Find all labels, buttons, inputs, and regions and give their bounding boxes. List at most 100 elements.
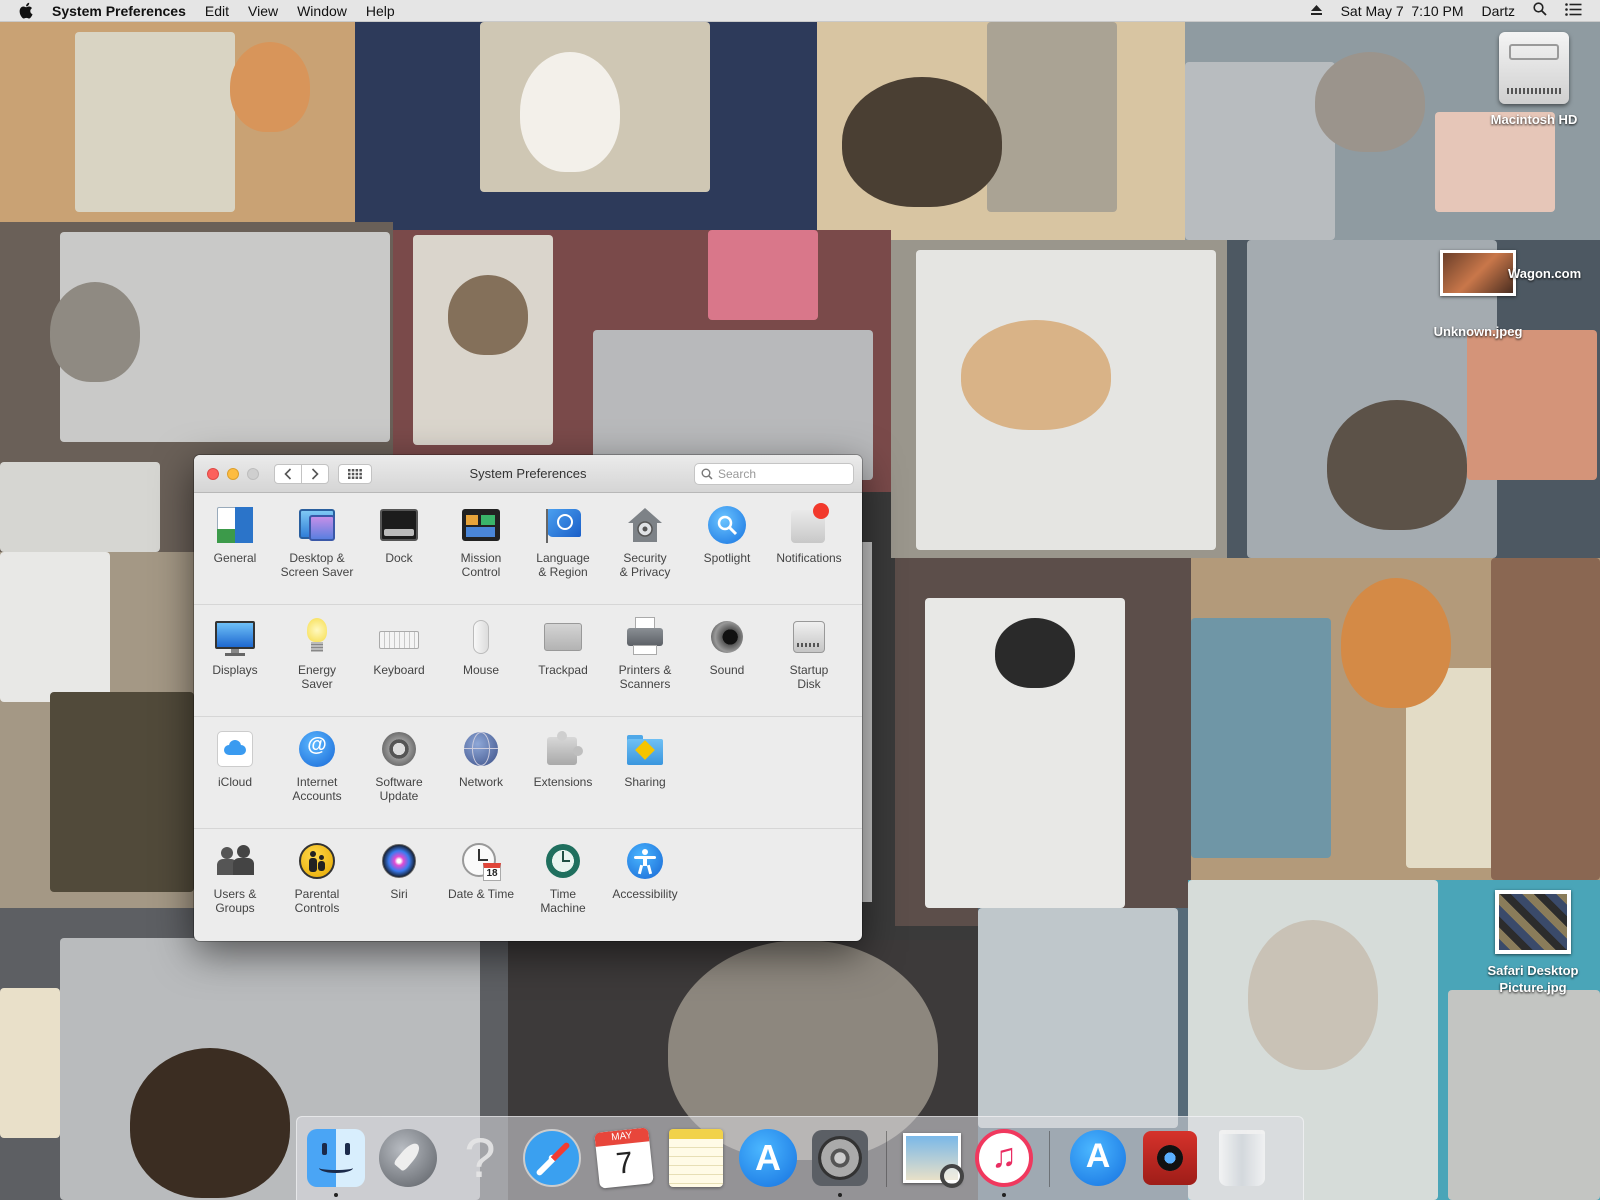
pane-sound[interactable]: Sound: [686, 617, 768, 677]
pane-extensions[interactable]: Extensions: [522, 729, 604, 789]
pane-security-privacy[interactable]: Security & Privacy: [604, 505, 686, 579]
desktop-icon-unknown-jpeg[interactable]: Unknown.jpeg: [1418, 324, 1538, 339]
pane-language-region[interactable]: Language & Region: [522, 505, 604, 579]
pane-internet-accounts[interactable]: @ Internet Accounts: [276, 729, 358, 803]
wallpaper-photo: [0, 22, 355, 222]
pane-siri[interactable]: Siri: [358, 841, 440, 901]
desktop-icon-wagon[interactable]: Wagon.com: [1440, 250, 1600, 296]
dock-launchpad[interactable]: [377, 1127, 439, 1189]
startup-disk-icon: [789, 617, 829, 657]
rocket-icon: [379, 1129, 437, 1187]
search-icon: [701, 468, 713, 480]
pane-printers-scanners[interactable]: Printers & Scanners: [604, 617, 686, 691]
dock-system-preferences[interactable]: [809, 1127, 871, 1197]
search-input[interactable]: [718, 467, 848, 481]
pane-accessibility[interactable]: Accessibility: [604, 841, 686, 901]
house-lock-icon: [625, 505, 665, 545]
pane-energy-saver[interactable]: Energy Saver: [276, 617, 358, 691]
pane-icloud[interactable]: iCloud: [194, 729, 276, 789]
dock-notes[interactable]: [665, 1127, 727, 1189]
lightbulb-icon: [297, 617, 337, 657]
trackpad-icon: [543, 617, 583, 657]
app-store-icon: A: [1070, 1130, 1126, 1186]
flag-globe-icon: [543, 505, 583, 545]
dock-preview[interactable]: [901, 1127, 964, 1189]
notification-center-icon[interactable]: [1565, 2, 1582, 19]
menu-window[interactable]: Window: [297, 3, 347, 19]
pane-spotlight[interactable]: Spotlight: [686, 505, 768, 565]
dock-trash[interactable]: [1211, 1127, 1273, 1189]
notifications-icon: [789, 503, 829, 545]
show-all-button[interactable]: [338, 464, 372, 484]
minimize-window-button[interactable]: [227, 468, 239, 480]
menubar-user[interactable]: Dartz: [1482, 3, 1515, 19]
parental-controls-icon: [297, 841, 337, 881]
at-sign-icon: @: [297, 729, 337, 769]
pane-desktop-screen-saver[interactable]: Desktop & Screen Saver: [276, 505, 358, 579]
pane-keyboard[interactable]: Keyboard: [358, 617, 440, 677]
apple-menu-icon[interactable]: [18, 0, 36, 22]
desktop-icon-macintosh-hd[interactable]: Macintosh HD: [1480, 32, 1588, 127]
menu-app-name[interactable]: System Preferences: [52, 3, 186, 19]
desktop-icon-label: Macintosh HD: [1490, 112, 1578, 127]
spotlight-icon: [707, 505, 747, 545]
wallpaper-photo: [817, 22, 1185, 240]
dock-photo-booth[interactable]: [1139, 1127, 1201, 1189]
icloud-icon: [215, 729, 255, 769]
wallpaper-photo: [891, 240, 1227, 558]
desktop-icon-label: Safari Desktop Picture.jpg: [1487, 963, 1579, 995]
time-machine-icon: [543, 841, 583, 881]
pane-startup-disk[interactable]: Startup Disk: [768, 617, 850, 691]
pane-sharing[interactable]: Sharing: [604, 729, 686, 789]
wallpaper-photo: [0, 552, 194, 908]
desktop-icon-label: Unknown.jpeg: [1433, 324, 1523, 339]
forward-button[interactable]: [301, 464, 329, 484]
dock-app-store[interactable]: A: [737, 1127, 799, 1189]
menu-help[interactable]: Help: [366, 3, 395, 19]
pane-trackpad[interactable]: Trackpad: [522, 617, 604, 677]
desktop-icon-label: Wagon.com: [1508, 265, 1582, 281]
chevron-left-icon: [284, 468, 292, 480]
pane-mouse[interactable]: Mouse: [440, 617, 522, 677]
pane-dock[interactable]: Dock: [358, 505, 440, 565]
menu-view[interactable]: View: [248, 3, 278, 19]
music-note-icon: ♫: [975, 1129, 1033, 1187]
pane-mission-control[interactable]: Mission Control: [440, 505, 522, 579]
keyboard-icon: [379, 617, 419, 657]
general-icon: [215, 505, 255, 545]
zoom-window-button[interactable]: [247, 468, 259, 480]
close-window-button[interactable]: [207, 468, 219, 480]
siri-icon: [379, 841, 419, 881]
dock-unknown-app[interactable]: ?: [449, 1127, 511, 1189]
mouse-icon: [461, 617, 501, 657]
pane-parental-controls[interactable]: Parental Controls: [276, 841, 358, 915]
window-titlebar[interactable]: System Preferences: [194, 455, 862, 493]
calendar-icon: MAY 7: [594, 1127, 654, 1189]
pane-software-update[interactable]: Software Update: [358, 729, 440, 803]
pane-network[interactable]: Network: [440, 729, 522, 789]
pane-general[interactable]: General: [194, 505, 276, 565]
eject-icon[interactable]: [1310, 3, 1323, 19]
search-field[interactable]: [694, 463, 854, 485]
menubar-clock[interactable]: Sat May 7 7:10 PM: [1341, 3, 1464, 19]
pane-notifications[interactable]: Notifications: [768, 503, 850, 565]
dock-calendar[interactable]: MAY 7: [593, 1127, 655, 1189]
pane-users-groups[interactable]: Users & Groups: [194, 841, 276, 915]
dock-itunes[interactable]: ♫: [973, 1127, 1035, 1197]
dock-separator: [886, 1131, 887, 1187]
question-mark-icon: ?: [464, 1126, 496, 1189]
pane-time-machine[interactable]: Time Machine: [522, 841, 604, 915]
dock-app-store-downloads[interactable]: A: [1067, 1127, 1129, 1189]
spotlight-search-icon[interactable]: [1533, 2, 1547, 19]
pane-row-system: Users & Groups Parental Controls Siri 18…: [194, 829, 862, 941]
menu-edit[interactable]: Edit: [205, 3, 229, 19]
dock-finder[interactable]: [305, 1127, 367, 1197]
pane-row-hardware: Displays Energy Saver Keyboard Mouse Tra…: [194, 605, 862, 717]
hard-drive-icon: [1499, 32, 1569, 104]
pane-date-time[interactable]: 18 Date & Time: [440, 841, 522, 901]
desktop-icon-safari-picture[interactable]: Safari Desktop Picture.jpg: [1468, 890, 1598, 996]
pane-displays[interactable]: Displays: [194, 617, 276, 677]
back-button[interactable]: [274, 464, 302, 484]
dock-safari[interactable]: [521, 1127, 583, 1189]
dock: ? MAY 7 A ♫ A: [296, 1116, 1304, 1200]
